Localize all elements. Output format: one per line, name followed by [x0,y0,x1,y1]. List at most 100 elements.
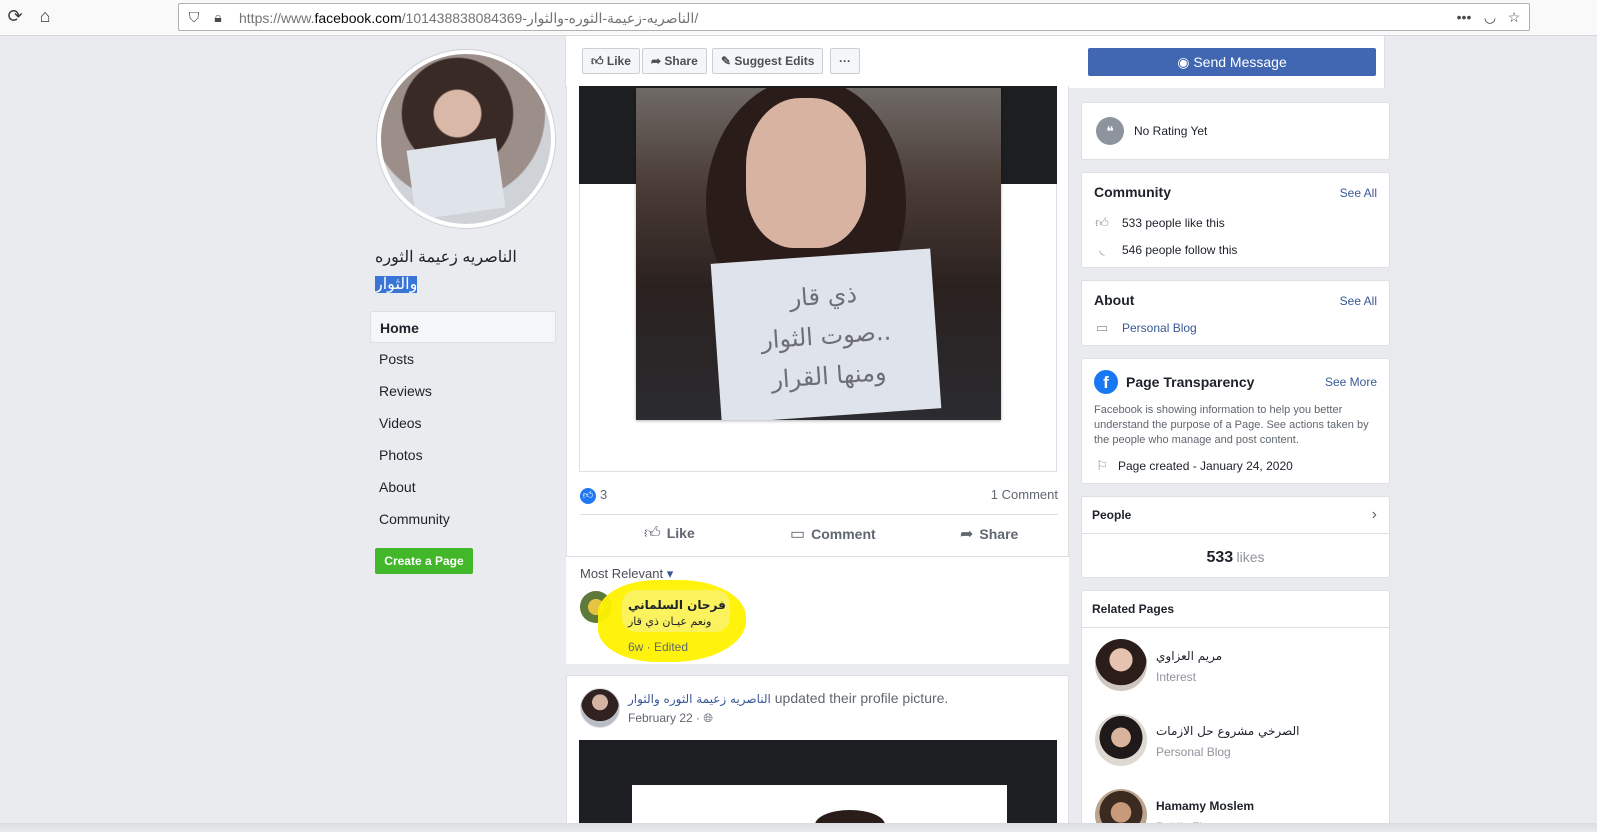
url-text: https://www.facebook.com/101438838084369… [239,10,699,26]
chevron-right-icon[interactable]: › [1372,506,1377,524]
community-card: Community See All 👍︎ 533 people like thi… [1081,172,1390,268]
comment-meta[interactable]: 6w · Edited [628,640,688,654]
about-title: About [1094,292,1135,308]
photo-face [746,98,866,248]
create-page-button[interactable]: Create a Page [375,548,473,574]
related-page-avatar[interactable] [1095,639,1147,691]
nav-reviews[interactable]: Reviews [370,375,556,407]
suggest-edits-label: Suggest Edits [734,54,815,68]
reaction-count[interactable]: 3 [600,487,607,502]
related-page-avatar[interactable] [1095,714,1147,766]
related-pages-title: Related Pages [1092,602,1175,616]
post-share-button[interactable]: ➦ Share [960,524,1018,544]
about-category-link[interactable]: Personal Blog [1122,321,1197,335]
nav-home[interactable]: Home [370,311,556,343]
browser-toolbar: ⟳ ⌂ ⛉ 🔒︎ https://www.facebook.com/101438… [0,0,1597,36]
nav-posts[interactable]: Posts [370,343,556,375]
transparency-see-more-link[interactable]: See More [1325,375,1377,389]
people-card: People › 533 likes [1081,496,1390,578]
post-photo[interactable]: ذي قار صوت الثوار.. ومنها القرار [636,88,1001,420]
suggest-edits-button[interactable]: ✎ Suggest Edits [712,48,824,74]
post-action-text: updated their profile picture. [770,690,949,706]
page-transparency-card: f Page Transparency See More Facebook is… [1081,358,1390,484]
post-like-label: Like [666,525,695,541]
related-pages-card: Related Pages مريم العزاوي Interest الصر… [1081,590,1390,832]
thumbs-up-icon: 👍︎ [591,54,607,68]
star-icon[interactable]: ☆ [1505,8,1523,26]
page-nav: Home Posts Reviews Videos Photos About C… [370,311,556,535]
nav-about[interactable]: About [370,471,556,503]
avatar-sign [406,138,506,220]
comment-count[interactable]: 1 Comment [991,487,1058,502]
caret-down-icon: ▾ [666,566,674,581]
about-card: About See All ▭ Personal Blog [1081,280,1390,346]
transparency-title: Page Transparency [1126,374,1255,390]
page-profile-picture[interactable] [377,50,555,228]
like-page-button[interactable]: 👍︎ Like [582,48,640,74]
globe-icon: 🌐︎ [703,711,713,725]
related-page-name[interactable]: Hamamy Moslem [1156,799,1254,813]
people-likes[interactable]: 533 likes [1082,549,1389,567]
pencil-icon: ✎ [721,54,735,68]
comment-icon: ▭ [790,526,806,543]
divider [1082,533,1389,534]
rating-card: ❝ No Rating Yet [1081,102,1390,160]
comment-text: ونعم عيـان ذي قار [628,615,712,628]
post-like-button[interactable]: 👍︎ Like [644,524,695,543]
bottom-edge [0,823,1597,832]
like-reaction-icon[interactable]: 👍︎ [580,488,596,504]
community-likes[interactable]: 533 people like this [1122,216,1225,230]
page-title-line1: الناصريه زعيمة الثوره [375,249,517,266]
rating-icon: ❝ [1096,117,1124,145]
page-title: الناصريه زعيمة الثوره والثوار [375,244,555,298]
like-page-label: Like [606,54,631,68]
post-timestamp[interactable]: February 22 · 🌐︎ [628,711,713,726]
page-title-line2: والثوار [375,276,418,293]
comment-sort-label: Most Relevant [580,566,664,581]
facebook-icon: f [1094,370,1118,394]
flag-icon: ⚐ [1096,458,1108,473]
nav-photos[interactable]: Photos [370,439,556,471]
related-page-name[interactable]: الصرخي مشروع حل الازمات [1156,724,1299,738]
nav-community[interactable]: Community [370,503,556,535]
community-follows[interactable]: 546 people follow this [1122,243,1237,257]
divider [1082,627,1389,628]
post-share-label: Share [979,526,1019,542]
people-title[interactable]: People [1092,508,1131,522]
post-author-link[interactable]: الناصريه زعيمة الثوره والثوار [628,692,771,706]
about-see-all-link[interactable]: See All [1340,294,1377,308]
share-page-label: Share [664,54,698,68]
related-page-name[interactable]: مريم العزاوي [1156,649,1222,663]
address-bar[interactable]: ⛉ 🔒︎ https://www.facebook.com/1014388380… [178,3,1530,31]
reload-icon[interactable]: ⟳ [4,5,26,27]
shield-icon[interactable]: ⛉ [185,8,203,26]
send-message-button[interactable]: ◉ Send Message [1088,48,1376,76]
share-icon: ➦ [651,54,665,68]
post-author-avatar[interactable] [580,688,620,728]
messenger-icon: ◉ [1177,54,1194,70]
post-comment-button[interactable]: ▭ Comment [790,524,876,544]
photo-sign-text: ذي قار صوت الثوار.. ومنها القرار [760,279,892,394]
comment-author[interactable]: فرحان السلماني [628,598,726,612]
divider [580,514,1058,515]
pocket-icon[interactable]: ◡ [1481,8,1499,26]
ellipsis-icon[interactable]: ••• [1455,8,1473,26]
nav-videos[interactable]: Videos [370,407,556,439]
community-title: Community [1094,184,1171,200]
community-see-all-link[interactable]: See All [1340,186,1377,200]
post-header: الناصريه زعيمة الثوره والثوار updated th… [628,690,948,706]
thumbs-up-icon: 👍︎ [1095,215,1109,230]
share-page-button[interactable]: ➦ Share [642,48,707,74]
home-icon[interactable]: ⌂ [34,5,56,27]
post-date: February 22 · [628,711,704,725]
post-actions: 👍︎ Like ▭ Comment ➦ Share [580,518,1058,554]
lock-icon[interactable]: 🔒︎ [209,8,227,26]
category-icon: ▭ [1095,320,1109,335]
likes-count: 533 [1206,549,1234,566]
more-options-button[interactable]: ··· [830,48,860,74]
thumbs-up-icon: 👍︎ [644,525,661,542]
likes-unit: likes [1236,549,1265,565]
post-comment-label: Comment [811,526,876,542]
related-page-category: Interest [1156,670,1197,684]
rss-icon: ◟ [1099,242,1105,257]
